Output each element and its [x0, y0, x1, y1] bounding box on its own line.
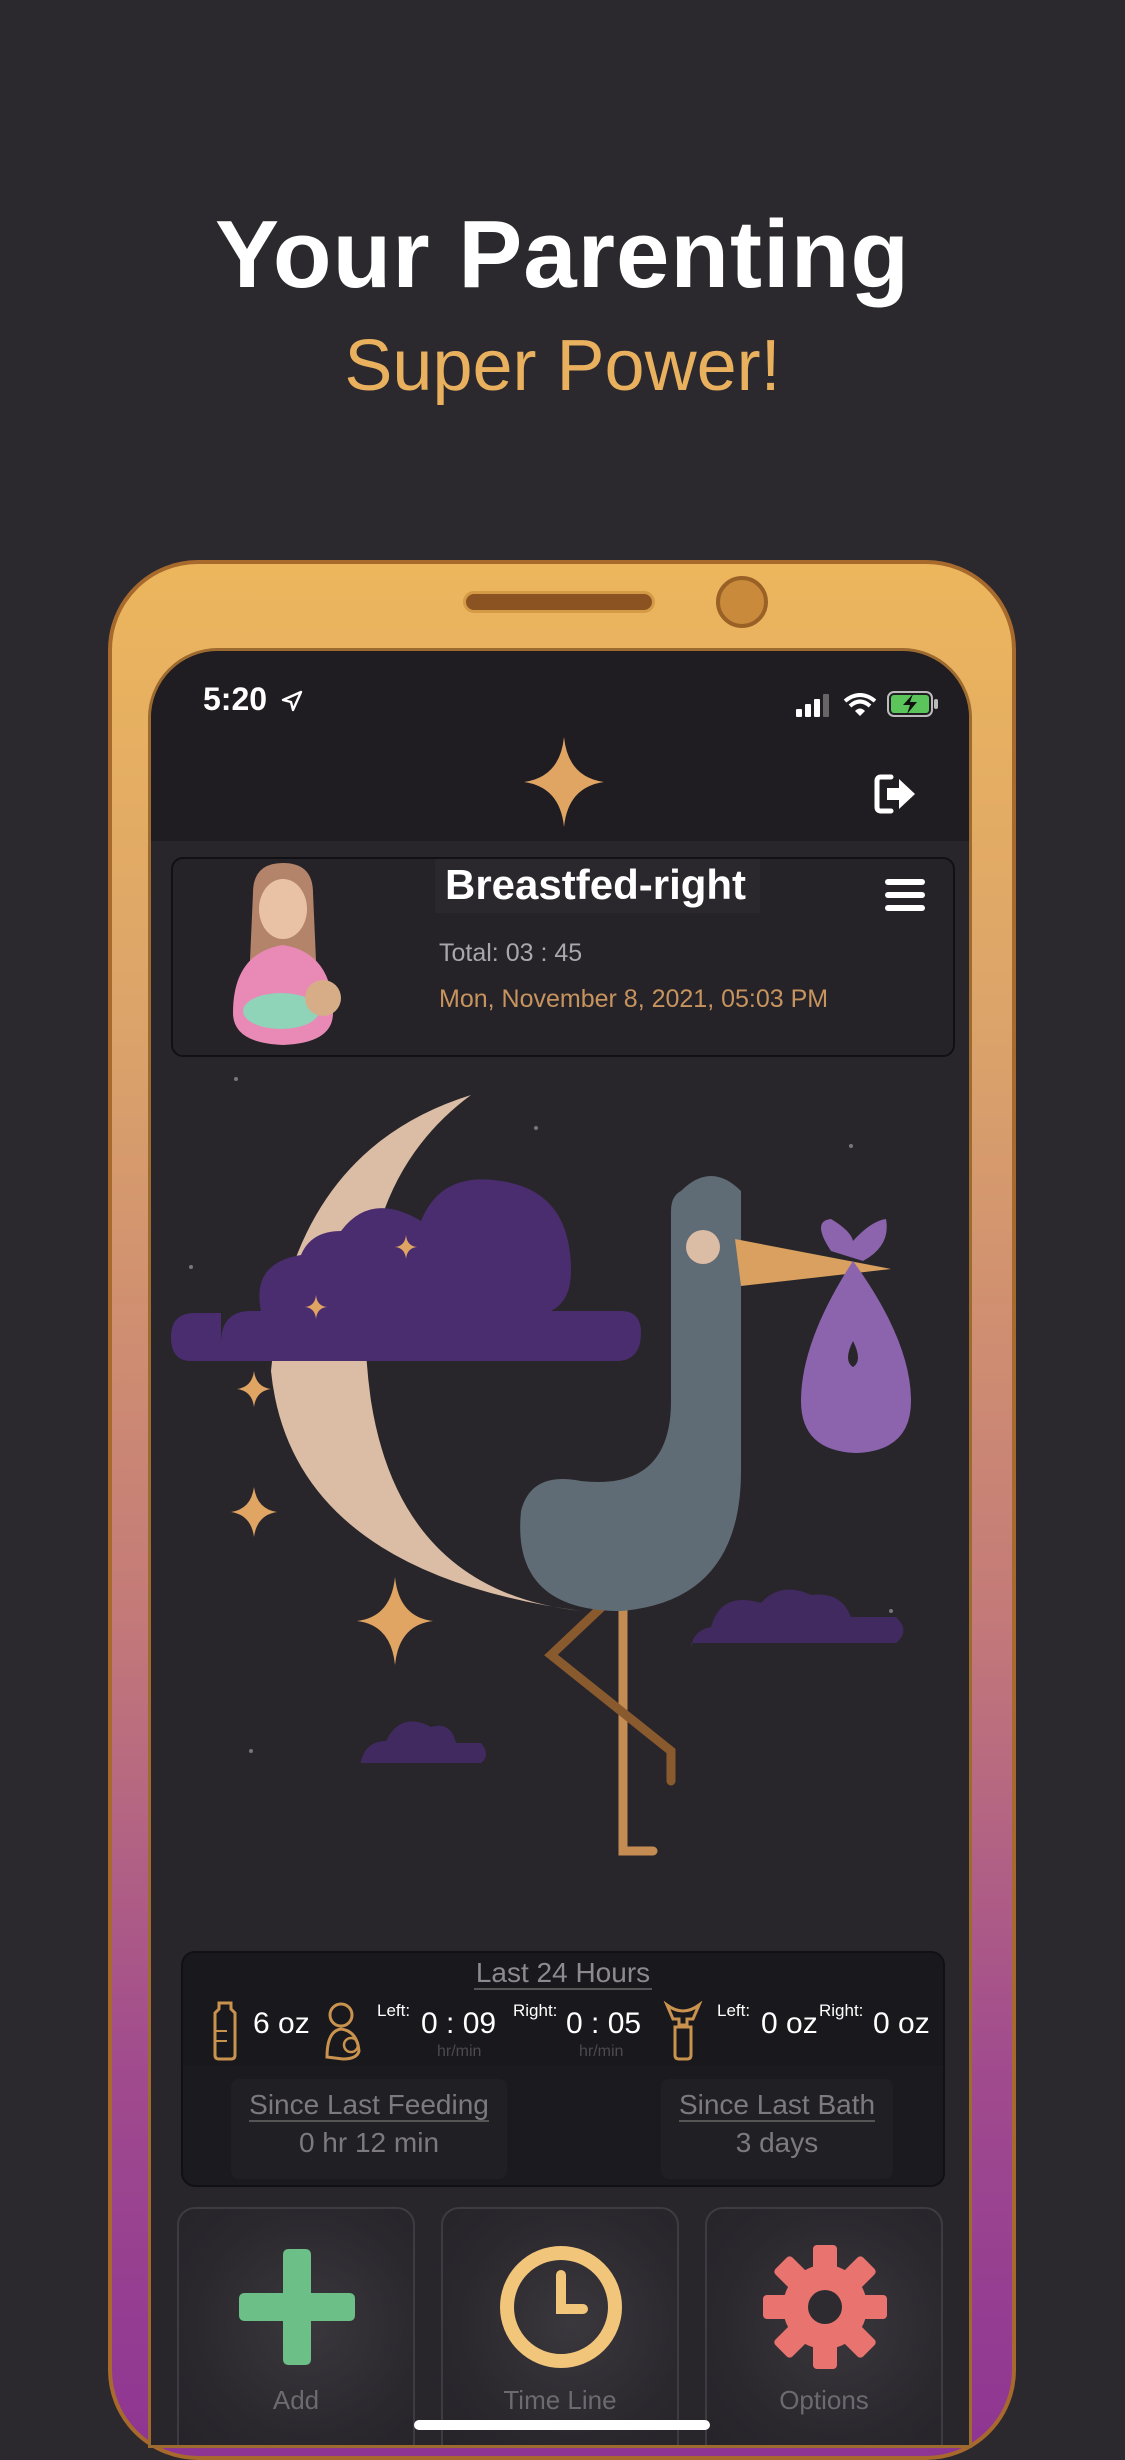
status-time: 5:20 [203, 681, 304, 718]
signal-icon [796, 694, 830, 717]
nursing-right-unit: hr/min [579, 2043, 624, 2060]
options-label: Options [779, 2385, 869, 2415]
since-bath-label: Since Last Bath [678, 2089, 876, 2122]
home-indicator[interactable] [414, 2420, 710, 2430]
mother-nursing-avatar [233, 863, 341, 1045]
nursing-icon [325, 2002, 361, 2061]
activity-total: Total: 03 : 45 [439, 939, 583, 967]
promo-subheadline: Super Power! [344, 326, 781, 406]
nursing-left-value: 0 : 09 [421, 2007, 497, 2040]
stats-title: Last 24 Hours [473, 1957, 653, 1990]
since-bath-value: 3 days [735, 2127, 819, 2158]
phone-speaker [463, 591, 655, 613]
location-arrow-icon [281, 690, 303, 712]
nursing-left-unit: hr/min [437, 2043, 482, 2060]
nursing-right-value: 0 : 05 [566, 2007, 642, 2040]
logout-icon[interactable] [873, 773, 919, 815]
add-label: Add [272, 2385, 320, 2415]
promo-headline: Your Parenting [215, 201, 910, 308]
last-activity-card[interactable]: Breastfed-right Total: 03 : 45 Mon, Nove… [171, 857, 955, 1057]
add-button[interactable]: Add [177, 2207, 415, 2445]
since-feeding-value: 0 hr 12 min [298, 2127, 440, 2158]
pump-right-label: Right: [819, 2001, 864, 2020]
options-button[interactable]: Options [705, 2207, 943, 2445]
timeline-button[interactable]: Time Line [441, 2207, 679, 2445]
battery-charging-icon [887, 691, 938, 717]
nursing-left-label: Left: [377, 2001, 411, 2020]
bottle-amount: 6 oz [253, 2007, 310, 2040]
status-icons [796, 691, 939, 722]
pump-right-value: 0 oz [873, 2007, 930, 2040]
wifi-icon [843, 693, 876, 716]
breast-pump-icon [663, 2001, 703, 2061]
timeline-label: Time Line [503, 2385, 617, 2415]
pump-left-value: 0 oz [761, 2007, 818, 2040]
top-bar: 5:20 [151, 651, 969, 841]
since-feeding-label: Since Last Feeding [249, 2089, 489, 2122]
gear-icon [763, 2245, 887, 2369]
since-last-feeding: Since Last Feeding 0 hr 12 min [231, 2079, 507, 2179]
phone-camera [716, 576, 768, 628]
pump-left-label: Left: [717, 2001, 751, 2020]
phone-screen: 5:20 Breastfed-right Total: 03: 45 Mon,… [148, 648, 972, 2448]
since-last-bath: Since Last Bath 3 days [661, 2079, 893, 2179]
stork-moon-illustration [171, 1077, 911, 1856]
clock-icon [500, 2246, 622, 2368]
last-24-hours-panel: Last 24 Hours 6 oz Left: 0 : 09 hr/min R… [181, 1951, 945, 2187]
plus-icon [239, 2249, 355, 2365]
activity-title: Breastfed-right [435, 859, 761, 913]
hamburger-menu-icon[interactable] [873, 865, 933, 925]
stats-header: Last 24 Hours 6 oz Left: 0 : 09 hr/min R… [183, 1953, 943, 2065]
activity-timestamp: Mon, November 8, 2021, 05:03 PM [439, 985, 829, 1013]
bottle-icon [213, 2001, 237, 2061]
sparkle-icon [524, 737, 604, 827]
nursing-right-label: Right: [513, 2001, 558, 2020]
